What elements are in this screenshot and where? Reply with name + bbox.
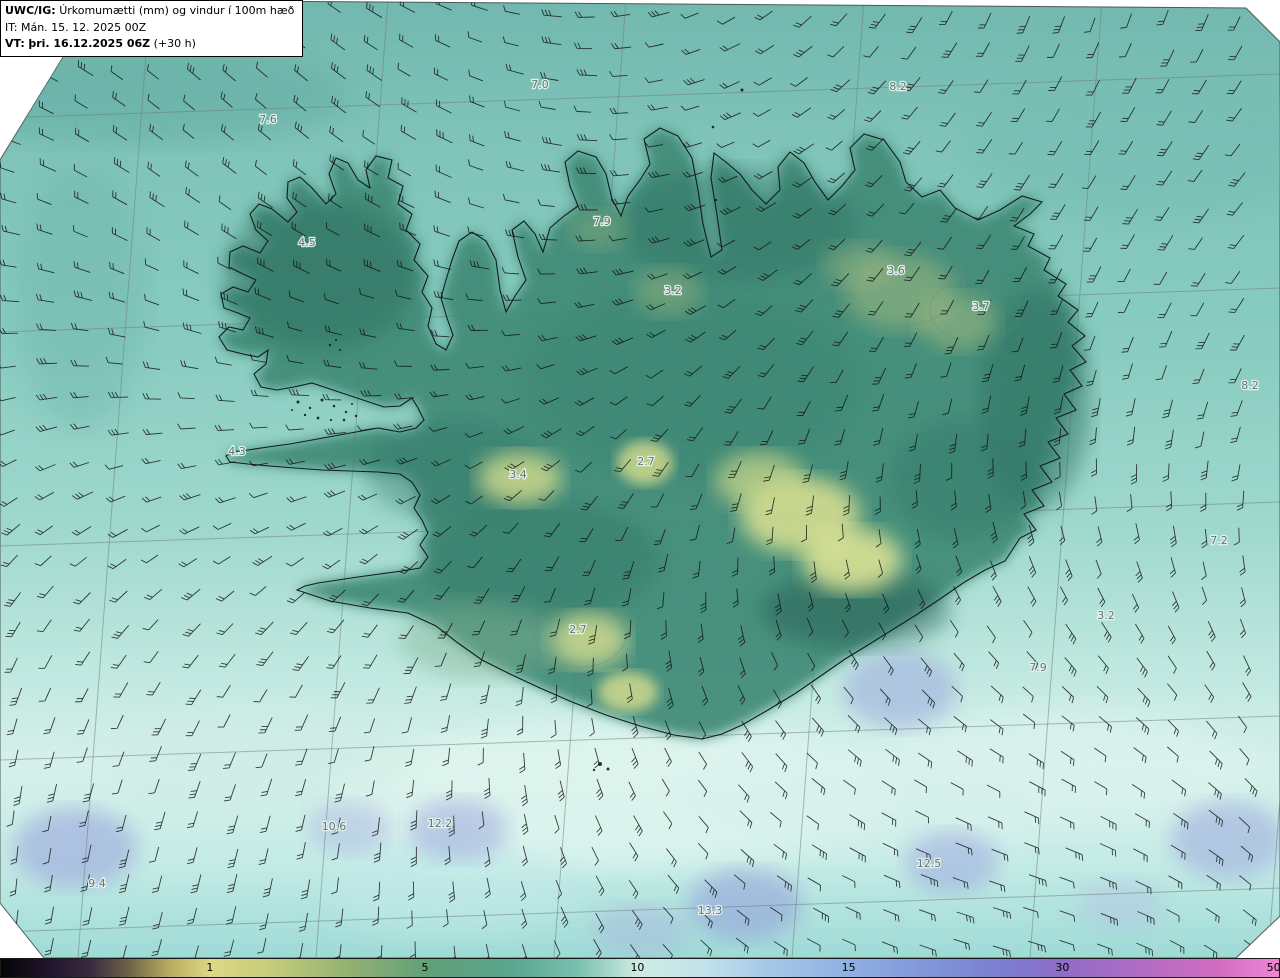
wind-barb bbox=[2, 99, 20, 112]
contour-label: 7.9 bbox=[1029, 661, 1047, 674]
wind-barb bbox=[11, 945, 21, 958]
weather-map: 7.0 8.2 7.6 4.5 7.9 3.2 3.6 3.7 8.2 4.3 3.4 2.7 7.2 3… bbox=[0, 0, 1280, 958]
contour-label: 13.3 bbox=[698, 904, 723, 917]
contour-label: 3.6 bbox=[887, 264, 905, 277]
colorbar-tick-label: 1 bbox=[206, 961, 214, 974]
contour-label: 8.2 bbox=[889, 80, 907, 93]
contour-label: 7.2 bbox=[1210, 534, 1228, 547]
contour-label: 2.7 bbox=[637, 455, 655, 468]
contour-label: 2.7 bbox=[569, 623, 587, 636]
colorbar-tick-label: 30 bbox=[1055, 961, 1070, 974]
contour-label: 3.2 bbox=[664, 284, 682, 297]
weather-map-page: 7.0 8.2 7.6 4.5 7.9 3.2 3.6 3.7 8.2 4.3 3.4 2.7 7.2 3… bbox=[0, 0, 1280, 978]
colorbar-tick-label: 10 bbox=[630, 961, 645, 974]
model-label: UWC/IG: bbox=[5, 4, 56, 17]
colorbar-tick-label: 5 bbox=[421, 961, 429, 974]
init-time: Mán. 15. 12. 2025 00Z bbox=[20, 20, 147, 34]
colorbar-labels: 1 5 10 15 30 50 bbox=[0, 958, 1280, 978]
contour-label: 12.2 bbox=[428, 817, 453, 830]
contour-label: 3.2 bbox=[1097, 609, 1115, 622]
contour-label: 4.3 bbox=[228, 445, 246, 458]
colorbar-tick-label: 15 bbox=[841, 961, 856, 974]
contour-label: 8.2 bbox=[1241, 379, 1259, 392]
contour-label: 7.0 bbox=[531, 78, 549, 91]
colorbar-tick-label: 50 bbox=[1266, 961, 1280, 974]
valid-label: VT: bbox=[5, 37, 25, 50]
contour-label: 7.9 bbox=[593, 215, 611, 228]
forecast-info-box: UWC/IG: Úrkomumætti (mm) og vindur í 100… bbox=[0, 0, 304, 57]
contour-label: 7.6 bbox=[259, 113, 277, 126]
map-title-line: UWC/IG: Úrkomumætti (mm) og vindur í 100… bbox=[5, 3, 294, 20]
init-label: IT: bbox=[5, 20, 18, 34]
contour-label: 3.4 bbox=[509, 468, 527, 481]
contour-label: 4.5 bbox=[298, 236, 316, 249]
lead-time: (+30 h) bbox=[153, 37, 196, 50]
contour-label: 9.4 bbox=[88, 877, 106, 890]
wind-barb bbox=[1, 64, 18, 78]
contour-label: 10.6 bbox=[322, 820, 347, 833]
init-time-line: IT: Mán. 15. 12. 2025 00Z bbox=[5, 20, 294, 37]
contour-label: 12.5 bbox=[917, 857, 942, 870]
map-title: Úrkomumætti (mm) og vindur í 100m hæð bbox=[59, 4, 295, 17]
valid-time-line: VT: þri. 16.12.2025 06Z (+30 h) bbox=[5, 36, 294, 53]
colorbar: 1 5 10 15 30 50 bbox=[0, 958, 1280, 978]
contour-label: 3.7 bbox=[972, 300, 990, 313]
valid-time: þri. 16.12.2025 06Z bbox=[28, 37, 151, 50]
